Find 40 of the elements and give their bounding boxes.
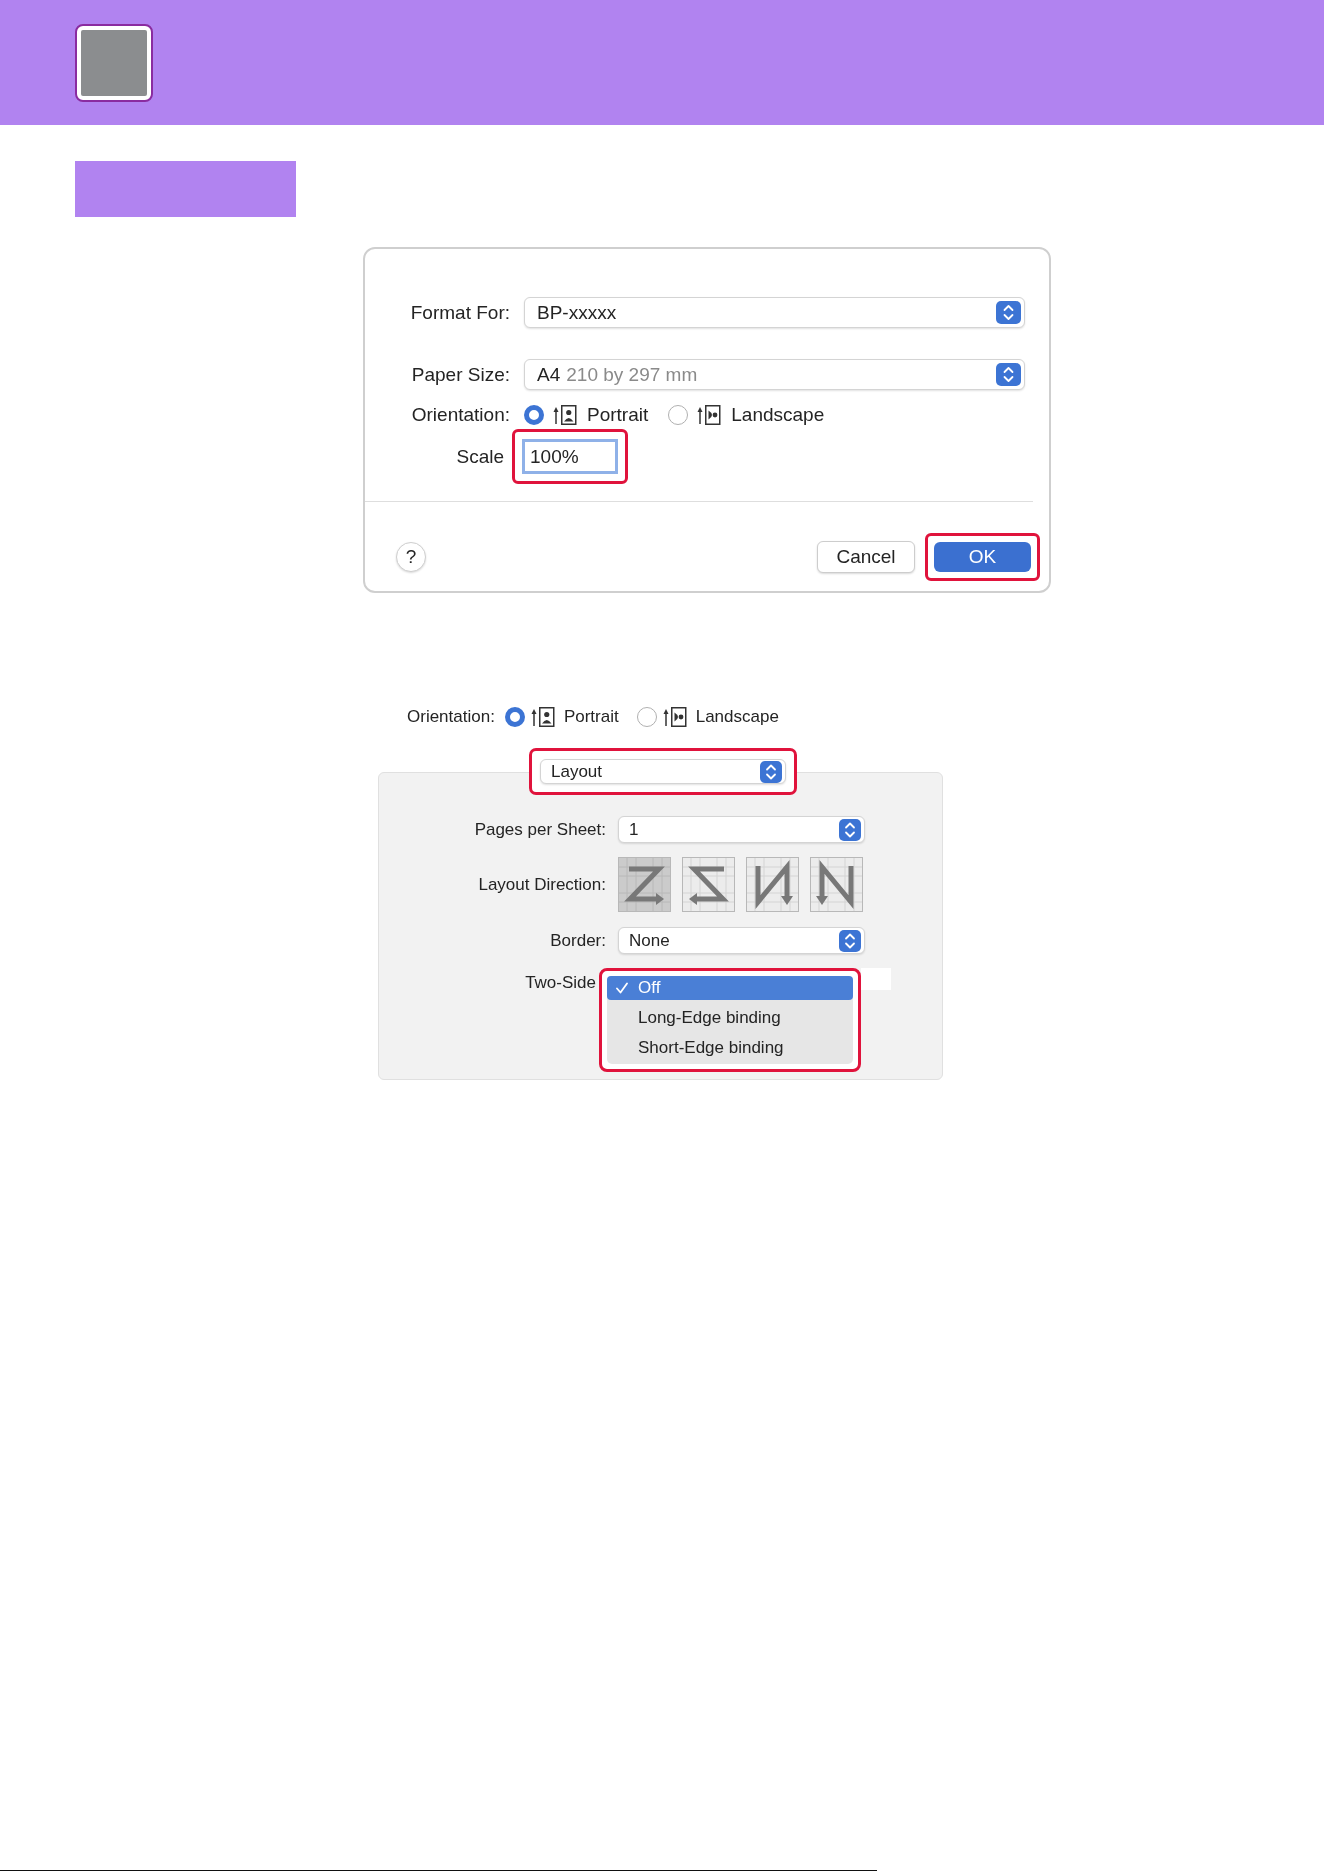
menu-item[interactable]: Long-Edge binding <box>607 1006 853 1030</box>
field-label: Border: <box>549 930 607 951</box>
field-label: Paper Size: <box>410 363 511 386</box>
portrait-page-icon <box>553 405 577 425</box>
dialog-button[interactable]: OK <box>934 542 1031 572</box>
field-label: Pages per Sheet: <box>473 819 607 840</box>
field-label: Orientation: <box>410 404 511 426</box>
landscape-page-icon <box>697 405 722 425</box>
option-label[interactable]: Portrait <box>587 404 649 426</box>
option-label[interactable]: Portrait <box>563 707 619 727</box>
popup-button[interactable]: 1 <box>618 816 865 843</box>
option-label[interactable]: Landscape <box>695 707 779 727</box>
field-label: Orientation: <box>407 707 495 727</box>
field-label: Layout Direction: <box>477 874 607 895</box>
popup-button[interactable]: None <box>618 927 865 954</box>
radio-button[interactable] <box>668 405 689 425</box>
help-button[interactable]: ? <box>396 542 426 572</box>
square-icon <box>75 23 153 102</box>
popup-button[interactable]: BP-xxxxx <box>524 297 1025 328</box>
chevron-icon <box>839 929 861 952</box>
chevron-icon <box>996 301 1021 324</box>
radio-button[interactable] <box>504 707 525 727</box>
dialog-button[interactable]: Cancel <box>817 541 915 573</box>
option-label[interactable]: Landscape <box>731 404 825 426</box>
popup-button[interactable]: Layout <box>540 759 786 784</box>
popup-button[interactable]: A4 210 by 297 mm <box>524 359 1025 390</box>
chevron-icon <box>996 363 1021 386</box>
text-field[interactable]: 100% <box>522 439 618 474</box>
radio-button[interactable] <box>636 707 657 727</box>
menu-item[interactable]: Off <box>607 976 853 1000</box>
check-icon <box>616 982 628 994</box>
chevron-icon <box>760 760 782 783</box>
menu-item[interactable]: Short-Edge binding <box>607 1036 853 1060</box>
portrait-page-icon <box>530 707 555 727</box>
field-label: Format For: <box>409 301 511 324</box>
landscape-page-icon <box>662 707 687 727</box>
field-label: Two-Side <box>524 973 597 993</box>
field-label: Scale <box>455 445 505 468</box>
chevron-icon <box>839 818 861 841</box>
radio-button[interactable] <box>524 405 544 425</box>
